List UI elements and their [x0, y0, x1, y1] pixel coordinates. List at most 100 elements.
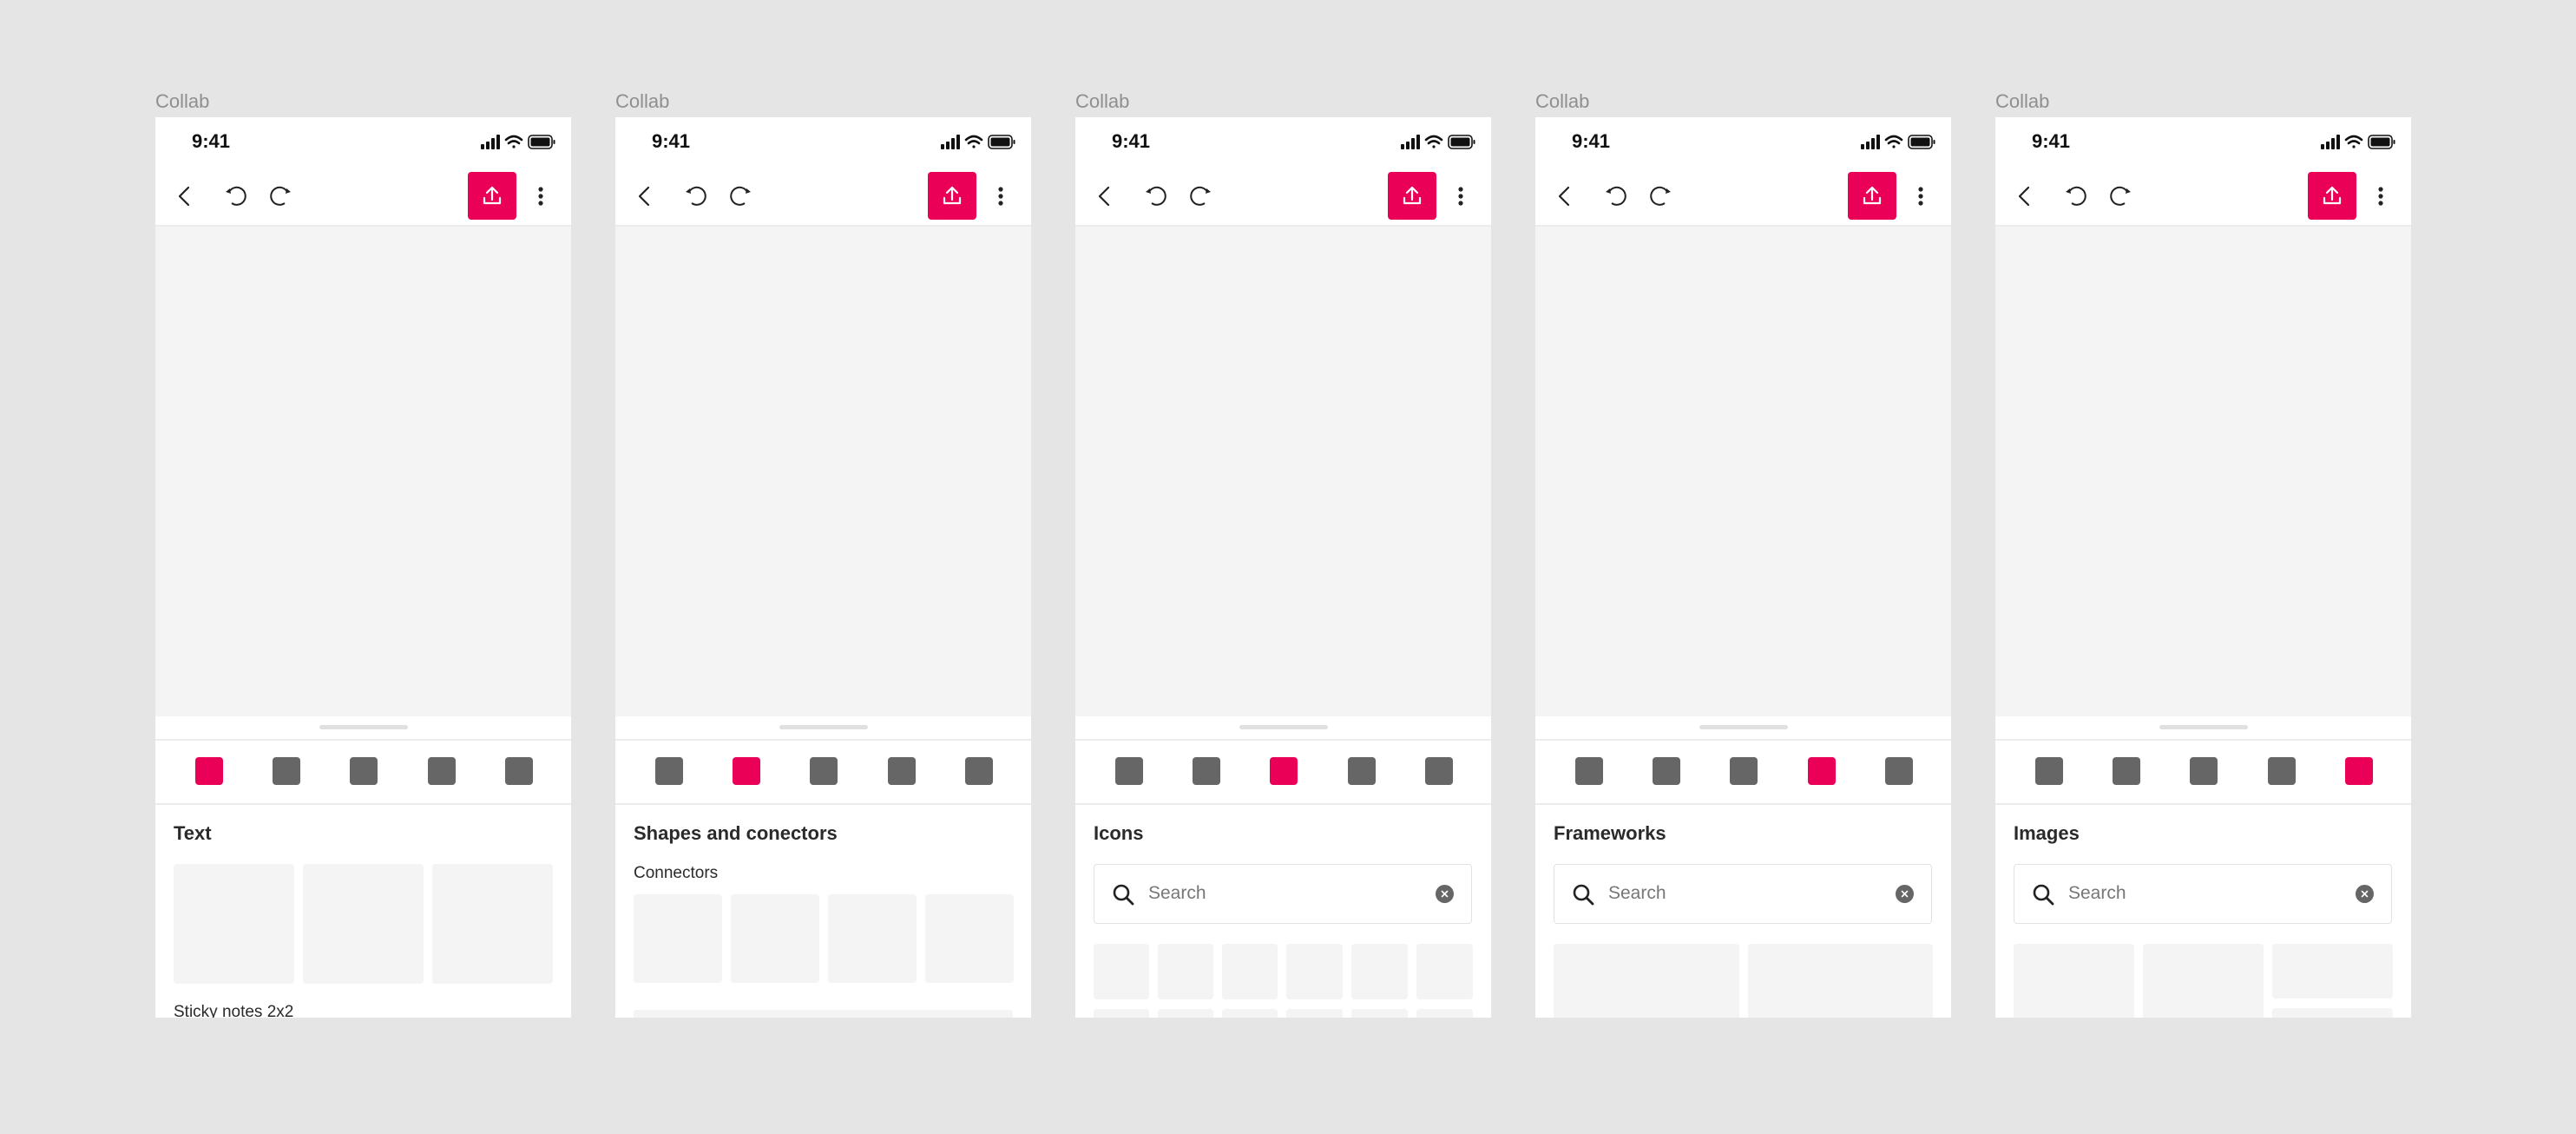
board-canvas[interactable] [155, 227, 571, 716]
content-card[interactable] [2272, 944, 2393, 999]
tab-shapes[interactable] [273, 757, 300, 785]
content-card[interactable] [2272, 1008, 2393, 1018]
more-vertical-icon[interactable] [2366, 181, 2395, 211]
tab-frameworks[interactable] [888, 757, 916, 785]
content-card[interactable] [1286, 944, 1343, 999]
more-vertical-icon[interactable] [526, 181, 555, 211]
tabs-divider-top [155, 739, 571, 741]
sheet-drag-handle[interactable] [1699, 725, 1788, 729]
tab-images[interactable] [1885, 757, 1913, 785]
content-card[interactable] [634, 894, 722, 983]
tab-text[interactable] [2035, 757, 2063, 785]
content-card[interactable] [925, 894, 1014, 983]
more-vertical-icon[interactable] [986, 181, 1015, 211]
content-card[interactable] [303, 864, 424, 984]
share-button[interactable] [1848, 172, 1896, 220]
content-card[interactable] [1351, 944, 1408, 999]
tab-icons[interactable] [2190, 757, 2218, 785]
share-button[interactable] [2308, 172, 2356, 220]
board-canvas[interactable] [615, 227, 1031, 716]
share-button[interactable] [468, 172, 516, 220]
back-icon[interactable] [1550, 181, 1580, 211]
tabs-divider-top [1535, 739, 1951, 741]
content-card[interactable] [2143, 944, 2264, 1018]
back-icon[interactable] [2010, 181, 2040, 211]
content-card[interactable] [1748, 944, 1933, 1018]
tab-shapes[interactable] [2113, 757, 2140, 785]
back-icon[interactable] [170, 181, 200, 211]
search-placeholder: Search [1608, 883, 1666, 903]
tab-text[interactable] [655, 757, 683, 785]
sheet-drag-handle[interactable] [779, 725, 868, 729]
search-input[interactable]: Search [1554, 864, 1932, 924]
phone-frame: 9:41 Shapes and conectors Connectors [615, 117, 1031, 1018]
tab-images[interactable] [965, 757, 993, 785]
wifi-icon [1424, 135, 1443, 148]
search-input[interactable]: Search [2014, 864, 2392, 924]
back-icon[interactable] [630, 181, 660, 211]
content-card[interactable] [1222, 944, 1278, 999]
content-card[interactable] [1158, 1009, 1213, 1018]
phone-frame: 9:41 Frameworks Search [1535, 117, 1951, 1018]
tab-frameworks[interactable] [2268, 757, 2296, 785]
content-card[interactable] [634, 1010, 1013, 1018]
tab-shapes[interactable] [1653, 757, 1680, 785]
content-card[interactable] [432, 864, 553, 984]
content-card[interactable] [1286, 1009, 1343, 1018]
undo-icon[interactable] [1140, 181, 1169, 211]
tab-images[interactable] [505, 757, 533, 785]
board-canvas[interactable] [1535, 227, 1951, 716]
content-card[interactable] [2014, 944, 2134, 1018]
tab-shapes[interactable] [1193, 757, 1220, 785]
content-card[interactable] [1222, 1009, 1278, 1018]
board-canvas[interactable] [1995, 227, 2411, 716]
tab-text[interactable] [195, 757, 223, 785]
content-card[interactable] [1416, 1009, 1473, 1018]
sheet-drag-handle[interactable] [319, 725, 408, 729]
content-card[interactable] [828, 894, 917, 983]
tab-icons[interactable] [810, 757, 838, 785]
tab-shapes[interactable] [733, 757, 760, 785]
tab-images[interactable] [1425, 757, 1453, 785]
more-vertical-icon[interactable] [1446, 181, 1475, 211]
board-canvas[interactable] [1075, 227, 1491, 716]
clear-icon[interactable] [2356, 885, 2374, 903]
content-card[interactable] [1554, 944, 1739, 1018]
tab-images[interactable] [2345, 757, 2373, 785]
share-button[interactable] [1388, 172, 1436, 220]
share-button[interactable] [928, 172, 976, 220]
content-card[interactable] [1158, 944, 1213, 999]
content-card[interactable] [1094, 944, 1149, 999]
redo-icon[interactable] [1647, 181, 1677, 211]
tab-icons[interactable] [350, 757, 378, 785]
wifi-icon [504, 135, 523, 148]
phone-frame: 9:41 Text Sticky notes 2x2 [155, 117, 571, 1018]
content-card[interactable] [1351, 1009, 1408, 1018]
tab-icons[interactable] [1270, 757, 1298, 785]
content-card[interactable] [731, 894, 819, 983]
undo-icon[interactable] [2060, 181, 2089, 211]
redo-icon[interactable] [1187, 181, 1217, 211]
content-card[interactable] [1416, 944, 1473, 999]
tab-text[interactable] [1575, 757, 1603, 785]
content-card[interactable] [1094, 1009, 1149, 1018]
undo-icon[interactable] [220, 181, 249, 211]
clear-icon[interactable] [1896, 885, 1914, 903]
redo-icon[interactable] [727, 181, 757, 211]
sheet-drag-handle[interactable] [2159, 725, 2248, 729]
undo-icon[interactable] [680, 181, 709, 211]
tab-text[interactable] [1115, 757, 1143, 785]
tab-frameworks[interactable] [428, 757, 456, 785]
undo-icon[interactable] [1600, 181, 1629, 211]
tab-icons[interactable] [1730, 757, 1758, 785]
content-card[interactable] [174, 864, 294, 984]
tab-frameworks[interactable] [1808, 757, 1836, 785]
back-icon[interactable] [1090, 181, 1120, 211]
clear-icon[interactable] [1436, 885, 1454, 903]
more-vertical-icon[interactable] [1906, 181, 1935, 211]
redo-icon[interactable] [267, 181, 297, 211]
sheet-drag-handle[interactable] [1239, 725, 1328, 729]
redo-icon[interactable] [2107, 181, 2137, 211]
tab-frameworks[interactable] [1348, 757, 1376, 785]
search-input[interactable]: Search [1094, 864, 1472, 924]
